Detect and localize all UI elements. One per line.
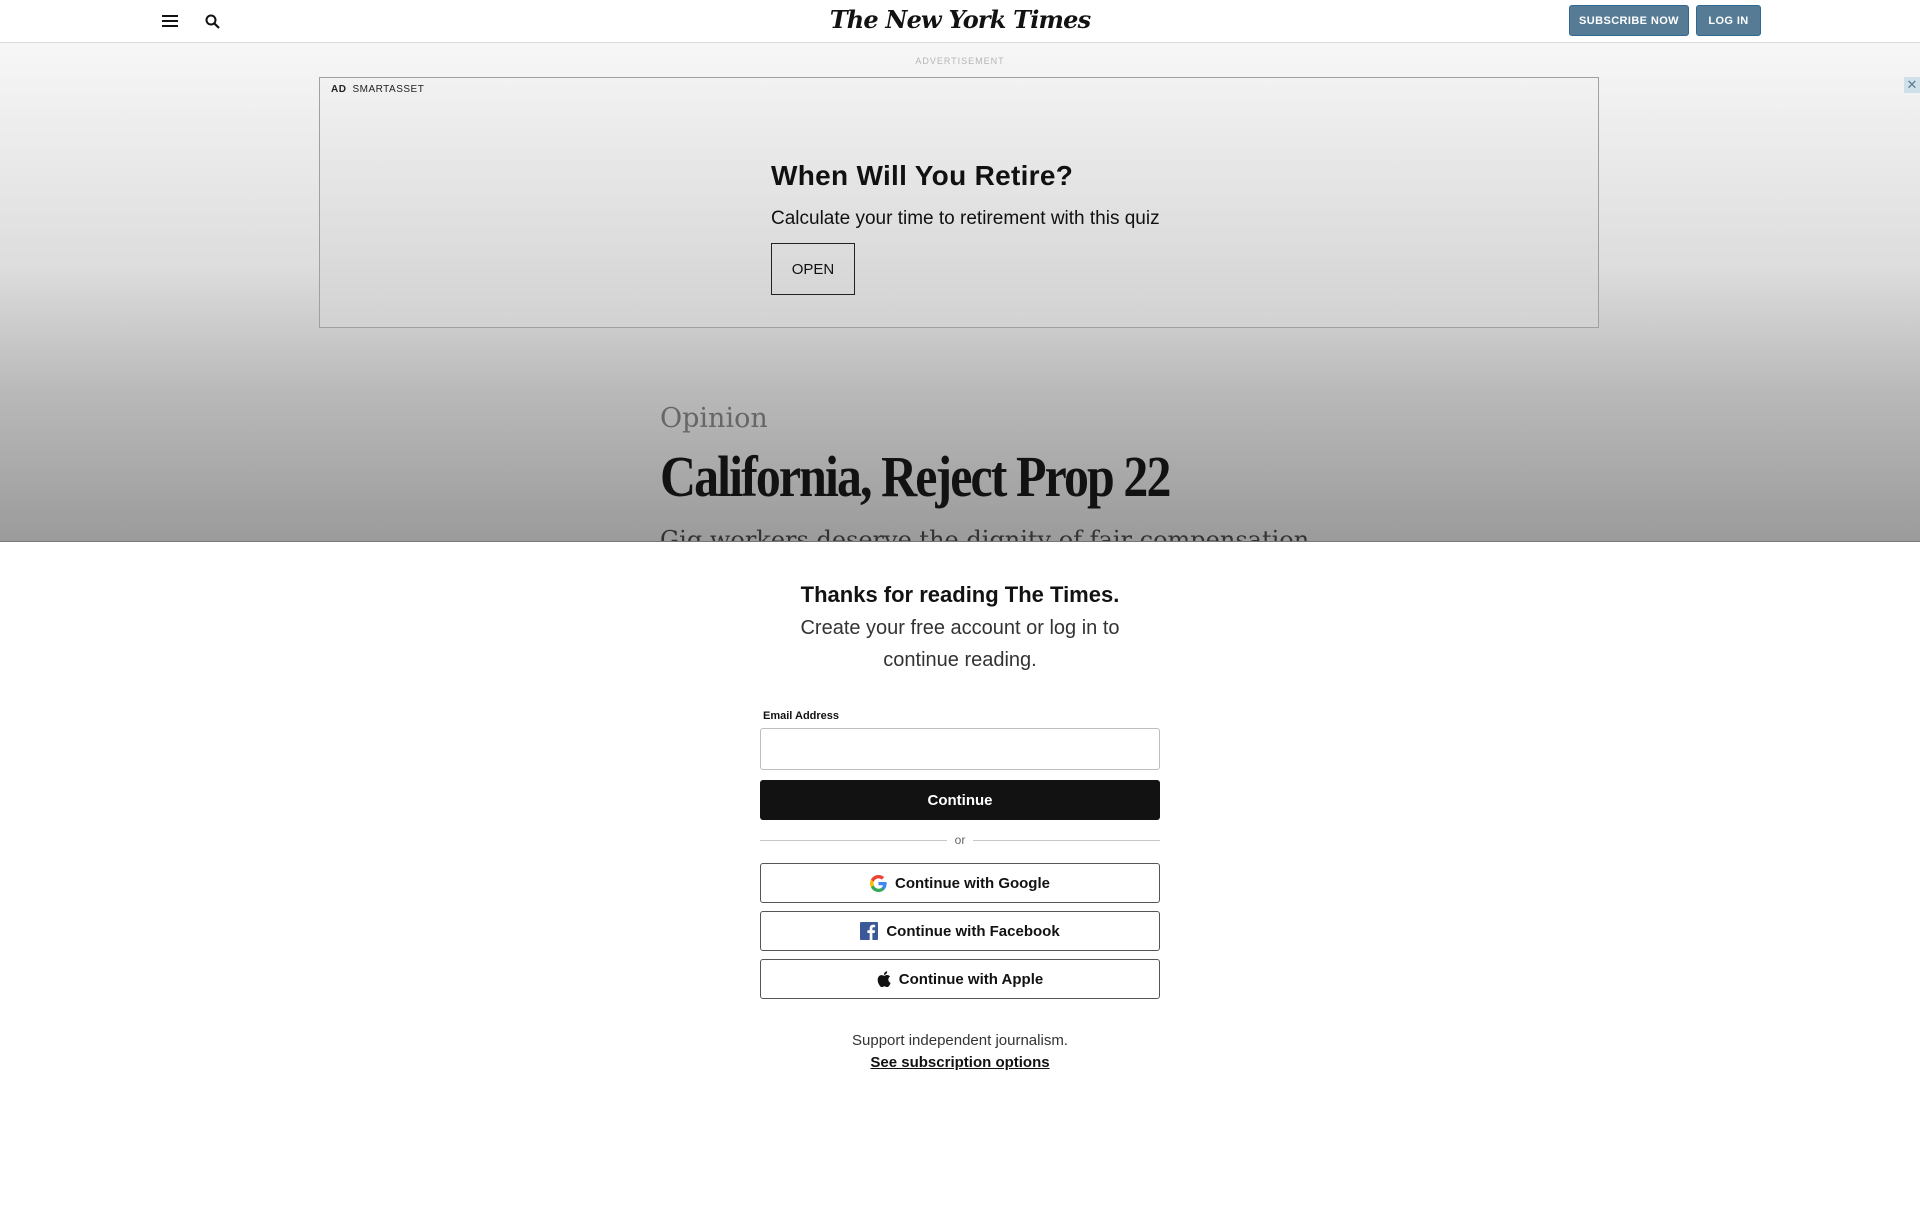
or-label: or: [954, 833, 966, 847]
google-icon: [870, 874, 887, 892]
google-button-label: Continue with Google: [895, 874, 1050, 892]
continue-button[interactable]: Continue: [760, 780, 1160, 820]
ad-open-button[interactable]: OPEN: [771, 243, 855, 295]
regwall-subtitle: Create your free account or log in to co…: [800, 617, 1120, 671]
apple-icon: [877, 971, 891, 987]
facebook-button-label: Continue with Facebook: [886, 922, 1060, 940]
apple-button-label: Continue with Apple: [898, 970, 1044, 988]
continue-with-google-button[interactable]: Continue with Google: [760, 863, 1160, 903]
or-divider: or: [760, 832, 1161, 848]
article-kicker: Opinion: [660, 403, 768, 434]
regwall-title: Thanks for reading The Times.: [800, 582, 1120, 607]
site-header: The New York Times SUBSCRIBE NOW LOG IN: [0, 0, 1920, 43]
ad-sponsor: SMARTASSET: [352, 84, 425, 95]
nyt-logo[interactable]: The New York Times: [830, 5, 1091, 34]
registration-wall: Thanks for reading The Times. Create you…: [0, 541, 1920, 1213]
continue-with-facebook-button[interactable]: Continue with Facebook: [760, 911, 1160, 951]
email-address-label: Email Address: [763, 710, 840, 722]
article-background: ADVERTISEMENT AD SMARTASSET When Will You…: [0, 43, 1920, 541]
support-text: Support independent journalism.: [852, 1032, 1068, 1049]
log-in-button[interactable]: LOG IN: [1696, 5, 1761, 36]
continue-with-apple-button[interactable]: Continue with Apple: [760, 959, 1160, 999]
divider-line: [973, 839, 1161, 841]
ad-badge: AD: [331, 84, 347, 95]
ad-tag: AD SMARTASSET: [331, 84, 424, 95]
hamburger-menu-icon[interactable]: [159, 10, 181, 32]
see-subscription-options-link[interactable]: See subscription options: [0, 1054, 1920, 1071]
search-icon[interactable]: [201, 10, 223, 32]
advertisement-label: ADVERTISEMENT: [915, 56, 1005, 66]
ad-headline: When Will You Retire?: [771, 160, 1074, 191]
facebook-icon: [860, 922, 879, 940]
advertisement-banner[interactable]: AD SMARTASSET When Will You Retire? Calcu…: [319, 77, 1599, 328]
subscribe-now-button[interactable]: SUBSCRIBE NOW: [1569, 5, 1689, 36]
divider-line: [760, 839, 947, 841]
article-headline: California, Reject Prop 22: [660, 444, 1171, 509]
ad-close-icon[interactable]: ✕: [1904, 77, 1920, 93]
email-field[interactable]: [760, 728, 1160, 770]
ad-subtext: Calculate your time to retirement with t…: [771, 208, 1160, 229]
article-dek: Gig workers deserve the dignity of fair …: [660, 526, 1310, 541]
